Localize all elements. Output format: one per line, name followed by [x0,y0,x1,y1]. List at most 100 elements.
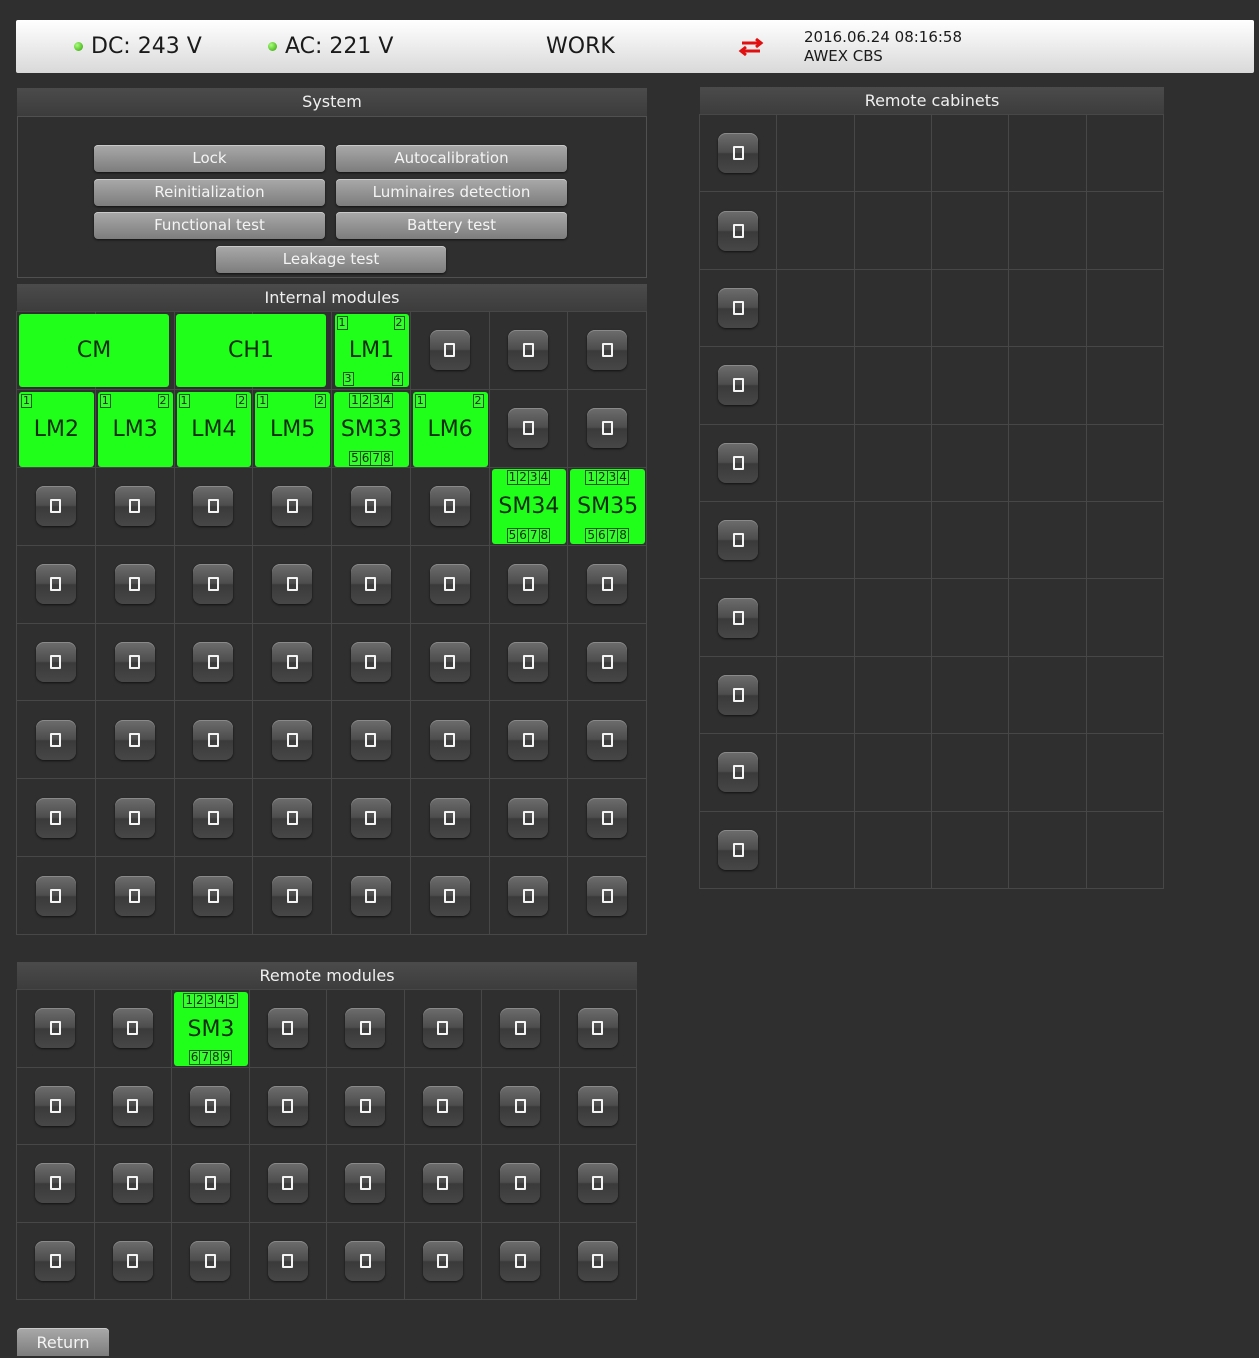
internal-empty-slot-button[interactable] [429,719,470,760]
remote-empty-slot-button[interactable] [577,1008,618,1049]
return-button[interactable]: Return [17,1328,109,1356]
remote-empty-slot-button[interactable] [190,1163,231,1204]
remote-empty-slot-button[interactable] [577,1163,618,1204]
remote-empty-slot-button[interactable] [267,1008,308,1049]
cabinet-empty-slot-button[interactable] [718,210,759,251]
internal-empty-slot-button[interactable] [350,641,391,682]
internal-empty-slot-button[interactable] [587,641,628,682]
internal-empty-slot-button[interactable] [350,797,391,838]
lock-button[interactable]: Lock [94,145,325,172]
internal-empty-slot-button[interactable] [429,641,470,682]
remote-empty-slot-button[interactable] [35,1008,76,1049]
module-lm1[interactable]: LM1 1 2 3 4 [334,314,409,387]
remote-empty-slot-button[interactable] [267,1240,308,1281]
internal-empty-slot-button[interactable] [350,875,391,916]
internal-empty-slot-button[interactable] [508,875,549,916]
internal-empty-slot-button[interactable] [508,719,549,760]
remote-empty-slot-button[interactable] [577,1240,618,1281]
cabinet-empty-slot-button[interactable] [718,133,759,174]
cabinet-empty-slot-button[interactable] [718,829,759,870]
leakage-test-button[interactable]: Leakage test [216,246,446,273]
internal-empty-slot-button[interactable] [114,641,155,682]
internal-empty-slot-button[interactable] [508,408,549,449]
cabinet-empty-slot-button[interactable] [718,442,759,483]
module-ch1[interactable]: CH1 [176,314,326,387]
module-sm3[interactable]: SM3 1 2 3 4 5 6 7 8 9 [174,992,248,1066]
remote-empty-slot-button[interactable] [422,1240,463,1281]
remote-empty-slot-button[interactable] [422,1085,463,1126]
cabinet-empty-slot-button[interactable] [718,674,759,715]
remote-empty-slot-button[interactable] [500,1240,541,1281]
internal-empty-slot-button[interactable] [193,719,234,760]
functional-test-button[interactable]: Functional test [94,212,325,239]
internal-empty-slot-button[interactable] [193,564,234,605]
autocalibration-button[interactable]: Autocalibration [336,145,567,172]
reinitialization-button[interactable]: Reinitialization [94,179,325,206]
module-sm33[interactable]: SM33 1 2 3 4 5 6 7 8 [334,391,409,467]
internal-empty-slot-button[interactable] [114,564,155,605]
internal-empty-slot-button[interactable] [429,797,470,838]
internal-empty-slot-button[interactable] [35,486,76,527]
internal-empty-slot-button[interactable] [272,486,313,527]
remote-empty-slot-button[interactable] [112,1008,153,1049]
internal-empty-slot-button[interactable] [508,641,549,682]
internal-empty-slot-button[interactable] [193,797,234,838]
internal-empty-slot-button[interactable] [429,875,470,916]
remote-empty-slot-button[interactable] [112,1163,153,1204]
remote-empty-slot-button[interactable] [112,1085,153,1126]
module-sm35[interactable]: SM35 1 2 3 4 5 6 7 8 [570,468,645,544]
remote-empty-slot-button[interactable] [500,1163,541,1204]
remote-empty-slot-button[interactable] [345,1240,386,1281]
remote-empty-slot-button[interactable] [35,1240,76,1281]
remote-empty-slot-button[interactable] [35,1085,76,1126]
internal-empty-slot-button[interactable] [114,797,155,838]
internal-empty-slot-button[interactable] [272,797,313,838]
internal-empty-slot-button[interactable] [508,797,549,838]
internal-empty-slot-button[interactable] [272,719,313,760]
remote-empty-slot-button[interactable] [267,1163,308,1204]
internal-empty-slot-button[interactable] [114,719,155,760]
internal-empty-slot-button[interactable] [587,408,628,449]
cabinet-empty-slot-button[interactable] [718,365,759,406]
remote-empty-slot-button[interactable] [267,1085,308,1126]
remote-empty-slot-button[interactable] [500,1008,541,1049]
cabinet-empty-slot-button[interactable] [718,287,759,328]
module-lm6[interactable]: LM6 1 2 [412,391,488,467]
internal-empty-slot-button[interactable] [272,641,313,682]
remote-empty-slot-button[interactable] [345,1163,386,1204]
internal-empty-slot-button[interactable] [508,564,549,605]
battery-test-button[interactable]: Battery test [336,212,567,239]
internal-empty-slot-button[interactable] [193,875,234,916]
internal-empty-slot-button[interactable] [350,564,391,605]
internal-empty-slot-button[interactable] [350,486,391,527]
module-cm[interactable]: CM [19,314,169,387]
internal-empty-slot-button[interactable] [587,797,628,838]
internal-empty-slot-button[interactable] [35,875,76,916]
remote-empty-slot-button[interactable] [345,1008,386,1049]
internal-empty-slot-button[interactable] [587,564,628,605]
module-sm34[interactable]: SM34 1 2 3 4 5 6 7 8 [491,468,567,544]
internal-empty-slot-button[interactable] [587,330,628,371]
remote-empty-slot-button[interactable] [190,1240,231,1281]
luminaires-detection-button[interactable]: Luminaires detection [336,179,567,206]
internal-empty-slot-button[interactable] [272,875,313,916]
internal-empty-slot-button[interactable] [114,875,155,916]
internal-empty-slot-button[interactable] [114,486,155,527]
internal-empty-slot-button[interactable] [429,486,470,527]
internal-empty-slot-button[interactable] [35,641,76,682]
remote-empty-slot-button[interactable] [190,1085,231,1126]
remote-empty-slot-button[interactable] [577,1085,618,1126]
remote-empty-slot-button[interactable] [422,1008,463,1049]
internal-empty-slot-button[interactable] [35,564,76,605]
internal-empty-slot-button[interactable] [193,486,234,527]
cabinet-empty-slot-button[interactable] [718,597,759,638]
internal-empty-slot-button[interactable] [350,719,391,760]
internal-empty-slot-button[interactable] [35,797,76,838]
internal-empty-slot-button[interactable] [429,564,470,605]
remote-empty-slot-button[interactable] [35,1163,76,1204]
cabinet-empty-slot-button[interactable] [718,752,759,793]
internal-empty-slot-button[interactable] [193,641,234,682]
internal-empty-slot-button[interactable] [508,330,549,371]
cabinet-empty-slot-button[interactable] [718,520,759,561]
remote-empty-slot-button[interactable] [112,1240,153,1281]
